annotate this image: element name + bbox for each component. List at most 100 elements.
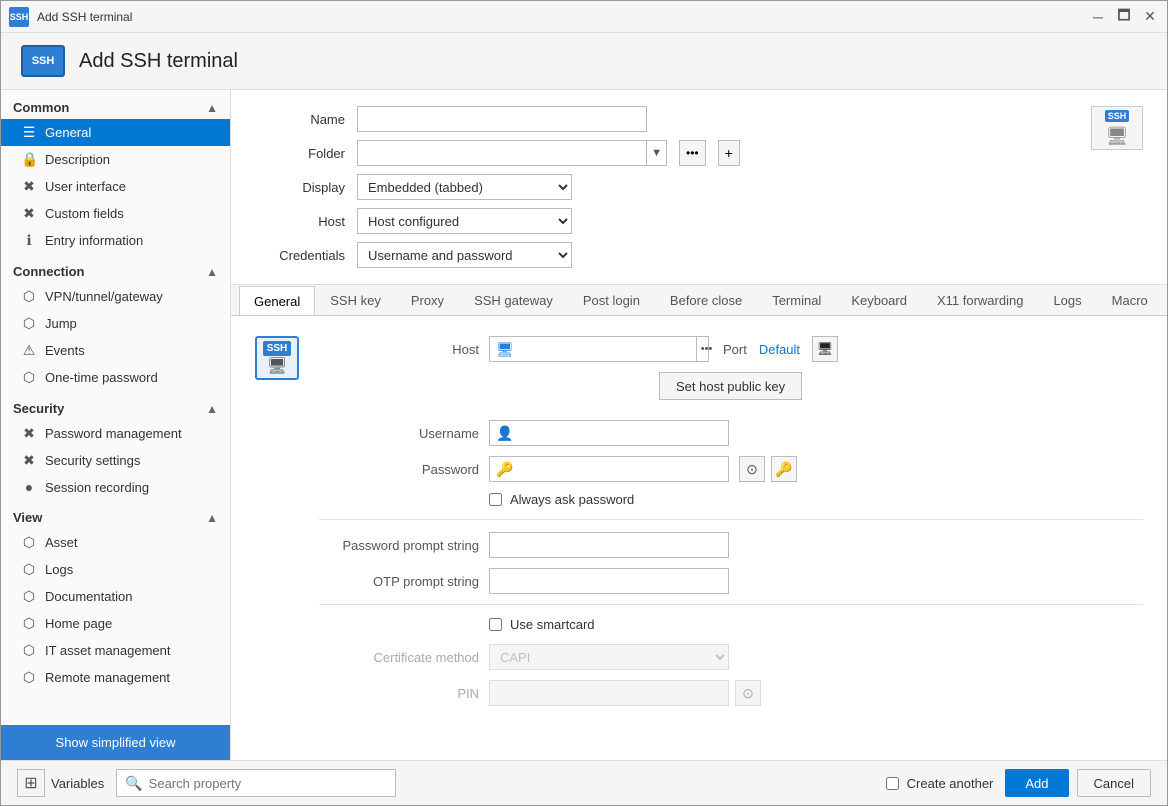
use-smartcard-checkbox[interactable] (489, 618, 502, 631)
sidebar-item-events[interactable]: ⚠ Events (1, 337, 230, 364)
sidebar-item-session-recording[interactable]: ● Session recording (1, 474, 230, 500)
sidebar-section-common: Common ▲ ☰ General 🔒 Description ✖ User … (1, 94, 230, 254)
search-property-input[interactable] (149, 776, 388, 791)
search-icon: 🔍 (125, 775, 142, 792)
folder-dropdown-arrow[interactable]: ▼ (646, 141, 666, 165)
tab-x11-forwarding[interactable]: X11 forwarding (922, 285, 1038, 315)
port-copy-button[interactable]: 🖥 (812, 336, 838, 362)
sidebar-item-vpn[interactable]: ⬡ VPN/tunnel/gateway (1, 283, 230, 310)
sidebar-item-custom-fields-label: Custom fields (45, 206, 124, 221)
tab-proxy[interactable]: Proxy (396, 285, 459, 315)
create-another-checkbox[interactable] (886, 777, 899, 790)
sidebar-item-general-label: General (45, 125, 91, 140)
cancel-button[interactable]: Cancel (1077, 769, 1151, 797)
always-ask-password-checkbox[interactable] (489, 493, 502, 506)
always-ask-password-label[interactable]: Always ask password (510, 492, 634, 507)
otp-prompt-input[interactable] (489, 568, 729, 594)
folder-ellipsis-button[interactable]: ••• (679, 140, 706, 166)
sidebar-item-remote-management[interactable]: ⬡ Remote management (1, 664, 230, 691)
sidebar-item-otp[interactable]: ⬡ One-time password (1, 364, 230, 391)
ssh-content-badge: SSH (263, 341, 292, 356)
custom-fields-icon: ✖ (21, 205, 37, 222)
bottom-bar-actions: Add Cancel (1005, 769, 1151, 797)
sidebar-item-security-settings[interactable]: ✖ Security settings (1, 447, 230, 474)
ssh-thumbnail: SSH 🖥 (1091, 106, 1143, 150)
sidebar-section-connection-header[interactable]: Connection ▲ (1, 258, 230, 283)
password-field-input[interactable] (519, 457, 728, 481)
tab-post-login[interactable]: Post login (568, 285, 655, 315)
pin-input (489, 680, 729, 706)
password-eye-button[interactable]: ⊙ (739, 456, 765, 482)
sidebar-item-password-management[interactable]: ✖ Password management (1, 420, 230, 447)
host-select[interactable]: Host configured Custom host Ask on conne… (358, 209, 571, 233)
host-field-input[interactable] (520, 337, 696, 361)
create-another-label[interactable]: Create another (907, 776, 994, 791)
tab-adva[interactable]: Adva (1163, 285, 1167, 315)
maximize-button[interactable]: 🗖 (1115, 8, 1133, 26)
password-prompt-input[interactable] (489, 532, 729, 558)
sidebar-item-entry-information[interactable]: ℹ Entry information (1, 227, 230, 254)
tab-before-close[interactable]: Before close (655, 285, 757, 315)
titlebar-title: Add SSH terminal (37, 10, 1081, 24)
sidebar-item-description[interactable]: 🔒 Description (1, 146, 230, 173)
tab-terminal[interactable]: Terminal (757, 285, 836, 315)
display-select-wrapper: Embedded (tabbed) External window Tab (357, 174, 572, 200)
set-host-public-key-button[interactable]: Set host public key (659, 372, 802, 400)
ssh-thumb-badge: SSH (1105, 110, 1130, 122)
minimize-button[interactable]: ─ (1089, 8, 1107, 26)
username-field-input[interactable] (519, 421, 728, 445)
sidebar-item-general[interactable]: ☰ General (1, 119, 230, 146)
username-label: Username (319, 426, 479, 441)
sidebar-item-asset[interactable]: ⬡ Asset (1, 529, 230, 556)
password-field-row: Password 🔑 ⊙ 🔑 (319, 456, 1143, 482)
sidebar-section-common-header[interactable]: Common ▲ (1, 94, 230, 119)
sidebar-item-session-recording-label: Session recording (45, 480, 149, 495)
divider-1 (319, 519, 1143, 520)
remote-management-icon: ⬡ (21, 669, 37, 686)
folder-add-button[interactable]: + (718, 140, 740, 166)
sidebar-item-jump[interactable]: ⬡ Jump (1, 310, 230, 337)
show-simplified-view-button[interactable]: Show simplified view (1, 725, 230, 760)
description-icon: 🔒 (21, 151, 37, 168)
tab-keyboard[interactable]: Keyboard (836, 285, 922, 315)
tab-ssh-key[interactable]: SSH key (315, 285, 396, 315)
tab-logs[interactable]: Logs (1038, 285, 1096, 315)
form-section: Name Folder ▼ ••• + (231, 90, 1167, 285)
sidebar-item-user-interface-label: User interface (45, 179, 126, 194)
sidebar-item-security-settings-label: Security settings (45, 453, 140, 468)
use-smartcard-label[interactable]: Use smartcard (510, 617, 595, 632)
home-page-icon: ⬡ (21, 615, 37, 632)
close-button[interactable]: ✕ (1141, 8, 1159, 26)
sidebar-section-security-header[interactable]: Security ▲ (1, 395, 230, 420)
pin-field-row: PIN ⊙ (319, 680, 1143, 706)
password-key-button[interactable]: 🔑 (771, 456, 797, 482)
port-default-link[interactable]: Default (759, 342, 800, 357)
general-icon: ☰ (21, 124, 37, 141)
dialog-title: Add SSH terminal (79, 50, 238, 73)
sidebar-section-view-header[interactable]: View ▲ (1, 504, 230, 529)
name-input[interactable] (357, 106, 647, 132)
name-label: Name (255, 112, 345, 127)
sidebar-item-logs[interactable]: ⬡ Logs (1, 556, 230, 583)
sidebar-item-custom-fields[interactable]: ✖ Custom fields (1, 200, 230, 227)
add-button[interactable]: Add (1005, 769, 1068, 797)
entry-information-icon: ℹ (21, 232, 37, 249)
sidebar: Common ▲ ☰ General 🔒 Description ✖ User … (1, 90, 231, 760)
host-ellipsis-btn[interactable]: ••• (696, 337, 717, 361)
sidebar-item-home-page[interactable]: ⬡ Home page (1, 610, 230, 637)
sidebar-item-vpn-label: VPN/tunnel/gateway (45, 289, 163, 304)
sidebar-item-it-asset-management[interactable]: ⬡ IT asset management (1, 637, 230, 664)
grid-view-button[interactable]: ⊞ (17, 769, 45, 797)
sidebar-item-user-interface[interactable]: ✖ User interface (1, 173, 230, 200)
tab-ssh-gateway[interactable]: SSH gateway (459, 285, 568, 315)
credentials-select[interactable]: Username and password Private key Intera… (358, 243, 571, 267)
tab-macro[interactable]: Macro (1097, 285, 1163, 315)
tab-general[interactable]: General (239, 286, 315, 316)
display-select[interactable]: Embedded (tabbed) External window Tab (358, 175, 571, 199)
sidebar-section-security: Security ▲ ✖ Password management ✖ Secur… (1, 395, 230, 500)
sidebar-item-documentation[interactable]: ⬡ Documentation (1, 583, 230, 610)
folder-input[interactable] (358, 141, 646, 165)
documentation-icon: ⬡ (21, 588, 37, 605)
window: SSH Add SSH terminal ─ 🗖 ✕ SSH Add SSH t… (0, 0, 1168, 806)
view-collapse-icon: ▲ (206, 511, 218, 525)
